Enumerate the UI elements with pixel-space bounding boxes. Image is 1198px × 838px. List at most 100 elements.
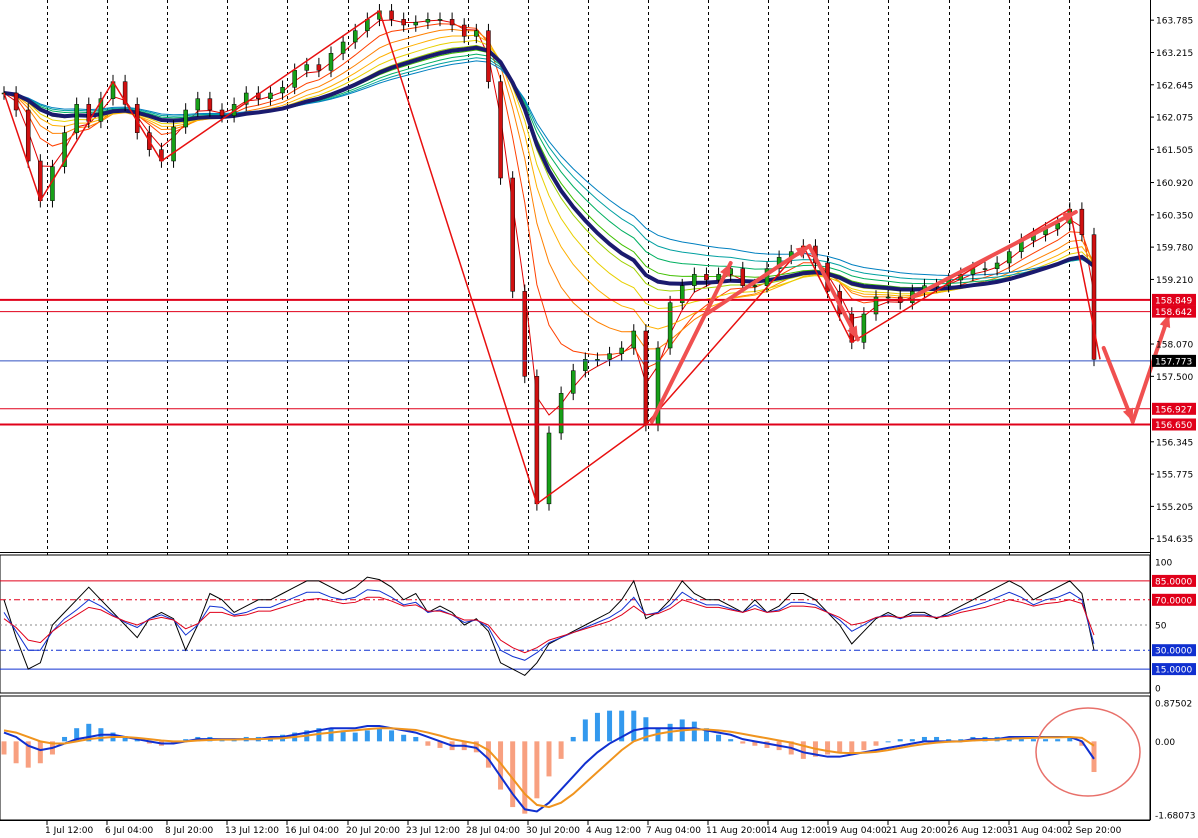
candle-body [74, 104, 79, 133]
macd-histogram-bar [716, 734, 722, 742]
time-tick-label: 26 Aug 12:00 [947, 826, 1008, 836]
time-tick-label: 20 Jul 20:00 [346, 826, 400, 836]
candle-body [219, 109, 225, 116]
candle-body [1079, 208, 1085, 235]
macd-pane[interactable]: 0.87502 0.00 -1.68073 [0, 695, 1195, 822]
candle-body [280, 87, 285, 94]
candle-body [740, 268, 746, 286]
macd-histogram-bar [546, 741, 552, 777]
candle-body [716, 274, 721, 281]
candle-body [522, 291, 528, 377]
macd-histogram-bar [558, 741, 564, 759]
candle-body [207, 98, 213, 111]
macd-histogram-bar [376, 728, 382, 742]
candle-body [25, 109, 31, 162]
price-tick-label: 158.070 [1156, 341, 1193, 351]
oscillator-tick-label: 100 [1155, 559, 1172, 569]
macd-histogram-bar [328, 728, 334, 742]
time-tick-label: 30 Jul 20:00 [526, 826, 580, 836]
price-tick-label: 159.780 [1156, 244, 1193, 254]
trading-chart[interactable]: 158.849 158.642 157.773 156.927 156.650 163.7… [0, 0, 1198, 838]
oscillator-tick-label: 50 [1155, 622, 1167, 632]
candle-body [352, 30, 358, 43]
time-tick-label: 14 Aug 12:00 [766, 826, 827, 836]
macd-histogram-bar [728, 739, 734, 742]
candle-body [570, 370, 576, 394]
macd-histogram-bar [352, 732, 358, 742]
macd-histogram-bar [607, 710, 613, 742]
oscillator-level-label: 85.0000 [1155, 577, 1192, 587]
candle-body [631, 330, 637, 349]
time-tick-label: 13 Jul 12:00 [225, 826, 279, 836]
macd-histogram-bar [570, 736, 576, 742]
price-tick-label: 155.205 [1156, 503, 1193, 513]
candle-body [304, 64, 310, 71]
time-tick-label: 6 Jul 04:00 [105, 826, 154, 836]
candle-body [401, 19, 406, 26]
time-tick-label: 7 Aug 04:00 [646, 826, 701, 836]
macd-pane-background [0, 695, 1151, 821]
price-axis: 158.849 158.642 157.773 156.927 156.650 163.7… [1150, 17, 1196, 545]
candle-body [474, 30, 479, 37]
price-tick-label: 163.215 [1156, 49, 1193, 59]
candle-body [861, 313, 867, 343]
candle-body [449, 19, 455, 26]
macd-histogram-bar [800, 741, 806, 759]
oscillator-tick-label: 0 [1155, 685, 1161, 695]
macd-histogram-bar [825, 741, 831, 755]
candle-body [437, 19, 443, 21]
macd-histogram-bar [861, 741, 867, 751]
candle-body [752, 285, 758, 287]
candle-body [1091, 234, 1097, 360]
time-tick-label: 21 Aug 20:00 [886, 826, 947, 836]
candle-body [558, 393, 564, 434]
price-tick-label: 162.075 [1156, 114, 1193, 124]
candle-body [595, 359, 600, 361]
macd-histogram-bar [401, 734, 407, 742]
candle-body [667, 302, 673, 349]
candle-body [292, 70, 297, 88]
macd-histogram-bar [485, 741, 491, 768]
macd-histogram-bar [522, 741, 528, 814]
candle-body [413, 21, 419, 26]
macd-axis: 0.87502 0.00 -1.68073 [1155, 700, 1195, 822]
macd-histogram-bar [413, 736, 419, 742]
oscillator-level-label: 15.0000 [1155, 666, 1192, 676]
time-tick-label: 4 Aug 12:00 [586, 826, 641, 836]
candle-body [486, 30, 491, 82]
macd-histogram-bar [837, 741, 843, 753]
price-tick-label: 160.920 [1156, 179, 1193, 189]
time-tick-label: 2 Sep 20:00 [1067, 826, 1122, 836]
macd-histogram-bar [389, 730, 395, 742]
macd-histogram-bar [873, 741, 879, 746]
macd-histogram-bar [62, 736, 68, 742]
candle-body [328, 53, 334, 71]
price-tick-label: 155.775 [1156, 471, 1193, 481]
macd-histogram-bar [740, 741, 746, 744]
level-tag-label: 156.927 [1155, 405, 1192, 415]
oscillator-pane[interactable]: 85.0000 70.0000 30.0000 15.0000 100 50 0 [0, 554, 1196, 695]
oscillator-axis: 85.0000 70.0000 30.0000 15.0000 100 50 0 [1152, 559, 1196, 695]
candle-body [171, 126, 176, 162]
macd-histogram-bar [1, 741, 7, 755]
price-pane-background [0, 0, 1150, 552]
candle-body [619, 347, 624, 354]
price-tick-label: 163.785 [1156, 17, 1193, 27]
candle-body [461, 24, 467, 37]
macd-histogram-bar [582, 719, 588, 742]
price-tick-label: 154.635 [1156, 535, 1193, 545]
candle-body [316, 64, 322, 71]
price-tick-label: 157.500 [1156, 373, 1193, 383]
price-tick-label: 160.350 [1156, 211, 1193, 221]
macd-histogram-bar [13, 741, 19, 764]
macd-histogram-bar [1030, 739, 1036, 742]
level-tag-label: 157.773 [1155, 357, 1192, 367]
time-tick-label: 16 Jul 04:00 [285, 826, 339, 836]
time-tick-label: 28 Jul 04:00 [466, 826, 520, 836]
candle-body [994, 262, 1000, 269]
macd-histogram-bar [534, 741, 540, 799]
candle-body [425, 19, 431, 23]
macd-histogram-bar [37, 741, 43, 764]
macd-histogram-bar [691, 721, 697, 742]
candle-body [13, 92, 19, 111]
